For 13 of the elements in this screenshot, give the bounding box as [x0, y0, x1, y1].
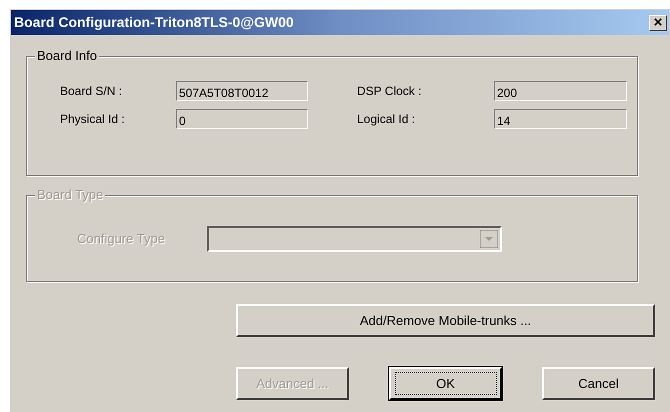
read-only-field: 14: [494, 109, 627, 129]
read-only-field: 200: [494, 81, 627, 101]
window-title: Board Configuration-Triton8TLS-0@GW00: [14, 13, 294, 32]
read-only-field: 507A5T08T0012: [176, 81, 308, 101]
read-only-field: 0: [176, 109, 308, 129]
field-label: Logical Id :: [357, 111, 416, 128]
field-label: Physical Id :: [60, 111, 126, 128]
field-label: Board S/N :: [60, 83, 124, 100]
field-label: DSP Clock :: [357, 83, 422, 100]
close-button[interactable]: ×: [649, 14, 667, 30]
dialog-button[interactable]: Cancel: [542, 367, 655, 400]
dialog-button[interactable]: OK: [389, 367, 502, 400]
add-remove-button[interactable]: Add/Remove Mobile-trunks ...: [236, 304, 655, 337]
